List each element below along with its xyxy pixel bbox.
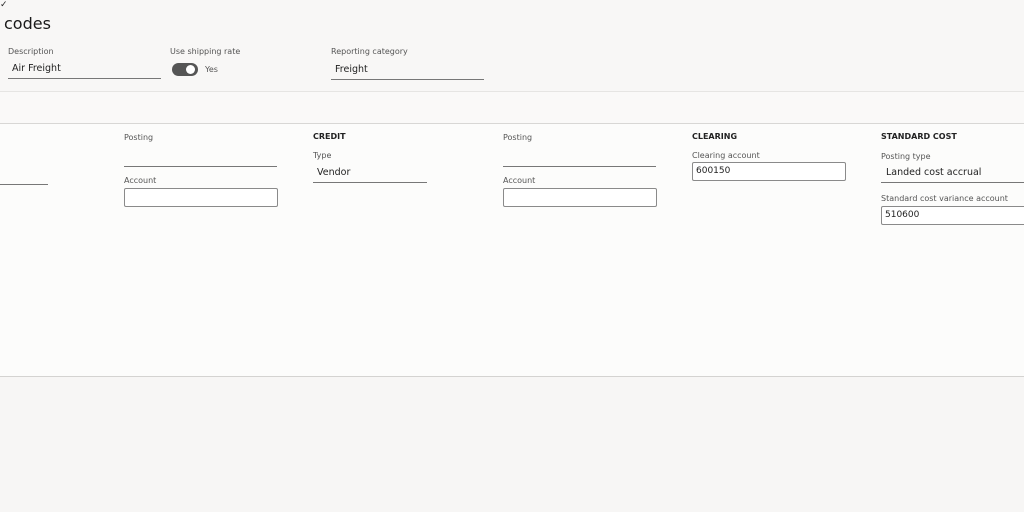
clearing-account-label: Clearing account — [692, 151, 760, 160]
debit-account-input[interactable] — [124, 188, 278, 207]
description-label: Description — [8, 47, 54, 56]
posting-type-label: Posting type — [881, 152, 931, 161]
use-shipping-rate-toggle[interactable] — [172, 63, 198, 76]
toolbar-band — [0, 92, 1024, 124]
credit-type-label: Type — [313, 151, 332, 160]
chevron-icon[interactable]: ✓ — [0, 0, 8, 10]
reporting-category-input[interactable]: Freight — [331, 64, 484, 80]
page-title: codes — [4, 14, 51, 33]
toggle-knob — [186, 65, 195, 74]
credit-posting-input[interactable] — [503, 150, 656, 167]
credit-heading: CREDIT — [313, 132, 346, 141]
truncated-field[interactable] — [0, 168, 48, 185]
standard-cost-heading: STANDARD COST — [881, 132, 957, 141]
clearing-heading: CLEARING — [692, 132, 738, 141]
use-shipping-rate-label: Use shipping rate — [170, 47, 241, 56]
debit-account-label: Account — [124, 176, 157, 185]
credit-account-input[interactable] — [503, 188, 657, 207]
reporting-category-label: Reporting category — [331, 47, 408, 56]
debit-posting-input[interactable] — [124, 150, 277, 167]
posting-type-select[interactable]: Landed cost accrual — [881, 167, 1024, 183]
variance-account-label: Standard cost variance account — [881, 194, 1008, 203]
credit-posting-label: Posting — [503, 133, 533, 142]
description-input[interactable]: Air Freight — [8, 63, 161, 79]
credit-type-select[interactable]: Vendor — [313, 167, 427, 183]
clearing-account-input[interactable]: 600150 — [692, 162, 846, 181]
credit-account-label: Account — [503, 176, 536, 185]
variance-account-input[interactable]: 510600 — [881, 206, 1024, 225]
debit-posting-label: Posting — [124, 133, 154, 142]
use-shipping-rate-value: Yes — [205, 65, 218, 74]
